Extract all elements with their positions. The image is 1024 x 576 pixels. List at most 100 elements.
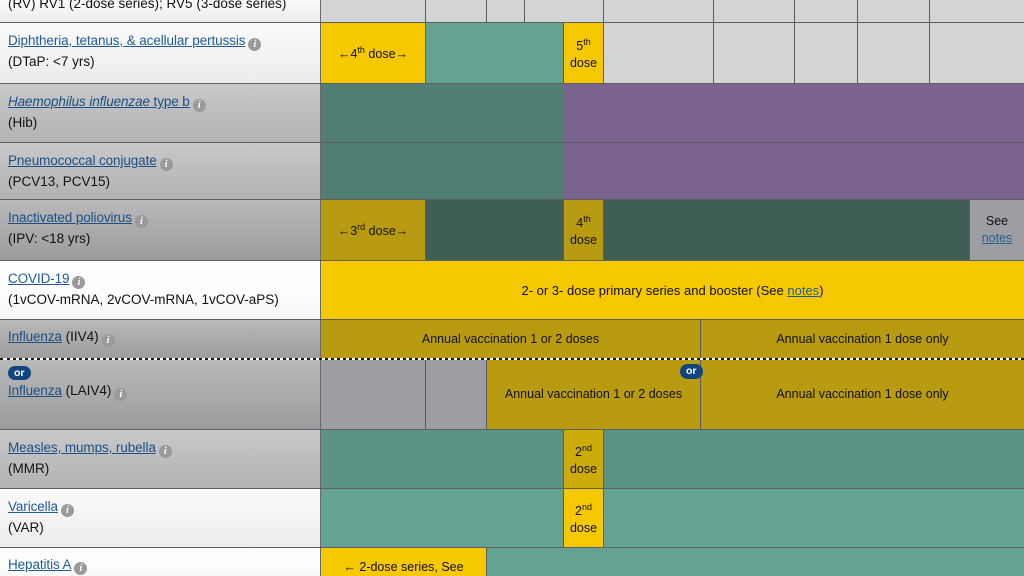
table-row-influenza-iiv4[interactable]: Influenza (IIV4) i Annual vaccination 1 o… (0, 320, 1024, 358)
flu-annual-1or2-cell[interactable]: Annual vaccination 1 or 2 doses (321, 320, 701, 358)
age-cell[interactable] (714, 0, 795, 22)
table-row-mmr[interactable]: Measles, mumps, rubella i (MMR) 2nd dose (0, 430, 1024, 488)
info-icon[interactable]: i (158, 445, 172, 458)
notes-link[interactable]: notes (982, 231, 1013, 245)
empty-cell[interactable] (604, 23, 714, 83)
vaccine-paren-ipv: (IPV: <18 yrs) (8, 231, 91, 246)
notes-link[interactable]: notes (787, 283, 819, 298)
empty-cell[interactable] (795, 23, 858, 83)
info-icon[interactable]: i (248, 38, 262, 51)
info-icon[interactable]: i (60, 504, 74, 517)
dose-cell-2nd[interactable]: 2nd dose (564, 430, 604, 488)
info-icon[interactable]: i (159, 158, 173, 171)
see-notes-cell[interactable]: See notes (970, 200, 1024, 260)
flu-laiv-1only-cell[interactable]: Annual vaccination 1 dose only (701, 360, 1024, 429)
age-cell[interactable] (487, 0, 525, 22)
immunization-schedule-table: (RV) RV1 (2-dose series); RV5 (3-dose se… (0, 0, 1024, 576)
range-cell-teal[interactable] (604, 430, 1024, 488)
table-row-ipv[interactable]: Inactivated poliovirus i (IPV: <18 yrs) ←… (0, 200, 1024, 260)
info-icon[interactable]: i (134, 215, 148, 228)
see-notes-label: See (985, 214, 1009, 228)
info-icon[interactable]: i (114, 388, 128, 401)
covid-series-cell[interactable]: 2- or 3- dose primary series and booster… (321, 261, 1024, 319)
empty-cell[interactable] (930, 23, 1024, 83)
vaccine-name-influenza-iiv4[interactable]: Influenza (8, 329, 62, 344)
table-row-influenza-laiv4[interactable]: or Influenza (LAIV4) i Annual vaccination… (0, 360, 1024, 429)
dose-cell-2nd[interactable]: 2nd dose (564, 489, 604, 547)
empty-cell[interactable] (321, 360, 426, 429)
range-cell-teal[interactable] (321, 143, 564, 199)
range-cell-teal[interactable] (426, 200, 564, 260)
range-cell-teal[interactable] (426, 23, 564, 83)
age-cell[interactable] (795, 0, 858, 22)
dose-text-post: dose→ (365, 224, 409, 239)
vaccine-label-cell-influenza-iiv4[interactable]: Influenza (IIV4) i (0, 320, 321, 358)
age-cell[interactable] (604, 0, 714, 22)
range-cell-teal[interactable] (604, 200, 970, 260)
empty-cell[interactable] (426, 360, 487, 429)
empty-cell[interactable] (858, 23, 930, 83)
empty-cell[interactable] (714, 23, 795, 83)
vaccine-label-cell-influenza-laiv4[interactable]: or Influenza (LAIV4) i (0, 360, 321, 429)
vaccine-label-cell-varicella[interactable]: Varicella i (VAR) (0, 489, 321, 547)
schedule-grid-row-covid19: 2- or 3- dose primary series and booster… (321, 261, 1024, 319)
schedule-grid-row-hib (321, 84, 1024, 142)
vaccine-label-cell-mmr[interactable]: Measles, mumps, rubella i (MMR) (0, 430, 321, 488)
dose-cell-4th[interactable]: 4th dose (564, 200, 604, 260)
table-row-hepatitis-a[interactable]: Hepatitis Ai ← 2-dose series, See (0, 548, 1024, 576)
vaccine-label-cell-ipv[interactable]: Inactivated poliovirus i (IPV: <18 yrs) (0, 200, 321, 260)
vaccine-name-covid19[interactable]: COVID-19 (8, 271, 70, 286)
range-cell-purple[interactable] (564, 84, 1024, 142)
range-cell-teal[interactable] (321, 489, 564, 547)
table-row-dtap[interactable]: Diphtheria, tetanus, & acellular pertuss… (0, 23, 1024, 83)
vaccine-name-influenza-laiv4[interactable]: Influenza (8, 383, 62, 398)
vaccine-name-hib-italic[interactable]: Haemophilus influenzae (8, 94, 150, 109)
info-icon[interactable]: i (72, 276, 86, 289)
vaccine-name-hib-roman[interactable]: type b (150, 94, 190, 109)
vaccine-suffix-iiv4: (IIV4) (61, 329, 99, 344)
table-row-pcv[interactable]: Pneumococcal conjugate i (PCV13, PCV15) (0, 143, 1024, 199)
schedule-grid-row-dtap: ←4th dose→ 5th dose (321, 23, 1024, 83)
range-cell-teal[interactable] (321, 84, 564, 142)
age-cell[interactable] (525, 0, 604, 22)
age-cell[interactable] (426, 0, 487, 22)
vaccine-name-dtap[interactable]: Diphtheria, tetanus, & acellular pertuss… (8, 33, 246, 48)
vaccine-label-cell-hib[interactable]: Haemophilus influenzae type bi (Hib) (0, 84, 321, 142)
range-cell-teal[interactable] (487, 548, 1024, 576)
flu-laiv-1or2-cell[interactable]: Annual vaccination 1 or 2 doses (487, 360, 701, 429)
vaccine-name-hepatitis-a[interactable]: Hepatitis A (8, 557, 72, 572)
info-icon[interactable]: i (74, 562, 88, 575)
age-cell[interactable] (321, 0, 426, 22)
dose-cell-3rd[interactable]: ←3rd dose→ (321, 200, 426, 260)
dose-text-post: dose→ (364, 47, 409, 62)
dose-cell-5th[interactable]: 5th dose (564, 23, 604, 83)
age-cell[interactable] (930, 0, 1024, 22)
table-row-hib[interactable]: Haemophilus influenzae type bi (Hib) (0, 84, 1024, 142)
vaccine-label-cell-covid19[interactable]: COVID-19 i (1vCOV-mRNA, 2vCOV-mRNA, 1vCOV… (0, 261, 321, 319)
hepa-series-cell[interactable]: ← 2-dose series, See (321, 548, 487, 576)
info-icon[interactable]: i (192, 99, 206, 112)
range-cell-teal[interactable] (321, 430, 564, 488)
range-cell-teal[interactable] (604, 489, 1024, 547)
range-cell-purple[interactable] (564, 143, 1024, 199)
vaccine-label-cell[interactable]: (RV) RV1 (2-dose series); RV5 (3-dose se… (0, 0, 321, 22)
table-row-varicella[interactable]: Varicella i (VAR) 2nd dose (0, 489, 1024, 547)
vaccine-label-cell-dtap[interactable]: Diphtheria, tetanus, & acellular pertuss… (0, 23, 321, 83)
schedule-grid-row (321, 0, 1024, 22)
vaccine-name-ipv[interactable]: Inactivated poliovirus (8, 210, 132, 225)
vaccine-paren-covid19: (1vCOV-mRNA, 2vCOV-mRNA, 1vCOV-aPS) (8, 292, 279, 307)
flu-annual-1only-cell[interactable]: Annual vaccination 1 dose only (701, 320, 1024, 358)
table-row[interactable]: (RV) RV1 (2-dose series); RV5 (3-dose se… (0, 0, 1024, 22)
vaccine-name-varicella[interactable]: Varicella (8, 499, 58, 514)
table-row-covid19[interactable]: COVID-19 i (1vCOV-mRNA, 2vCOV-mRNA, 1vCOV… (0, 261, 1024, 319)
info-icon[interactable]: i (101, 334, 115, 347)
vaccine-paren-hib: (Hib) (8, 115, 38, 130)
vaccine-name-mmr[interactable]: Measles, mumps, rubella (8, 440, 156, 455)
dose-cell-4th[interactable]: ←4th dose→ (321, 23, 426, 83)
vaccine-name-pcv[interactable]: Pneumococcal conjugate (8, 153, 157, 168)
vaccine-label-cell-hepatitis-a[interactable]: Hepatitis Ai (0, 548, 321, 576)
schedule-grid-row-influenza-iiv4: Annual vaccination 1 or 2 doses Annual v… (321, 320, 1024, 358)
vaccine-label-cell-pcv[interactable]: Pneumococcal conjugate i (PCV13, PCV15) (0, 143, 321, 199)
age-cell[interactable] (858, 0, 930, 22)
or-badge-grid: or (680, 364, 703, 379)
